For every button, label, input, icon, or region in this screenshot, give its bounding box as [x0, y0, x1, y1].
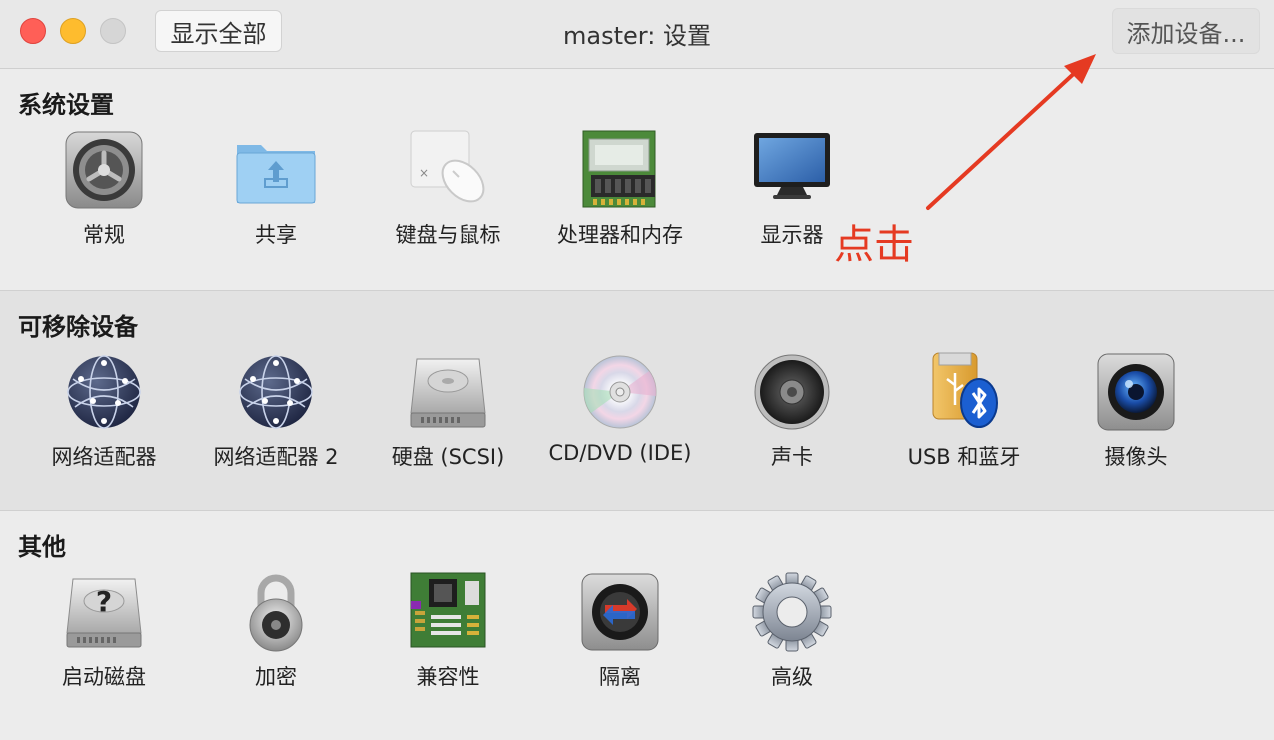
annotation-text: 点击	[834, 222, 914, 268]
annotation-arrow	[926, 54, 1096, 210]
